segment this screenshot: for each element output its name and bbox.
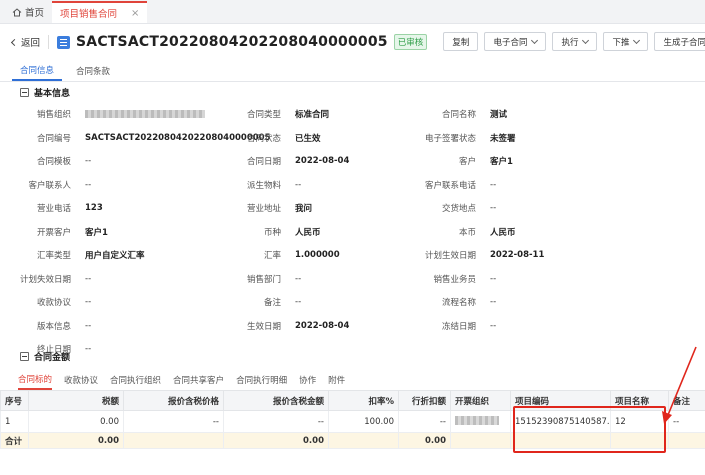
annotation-arrow	[662, 346, 697, 424]
